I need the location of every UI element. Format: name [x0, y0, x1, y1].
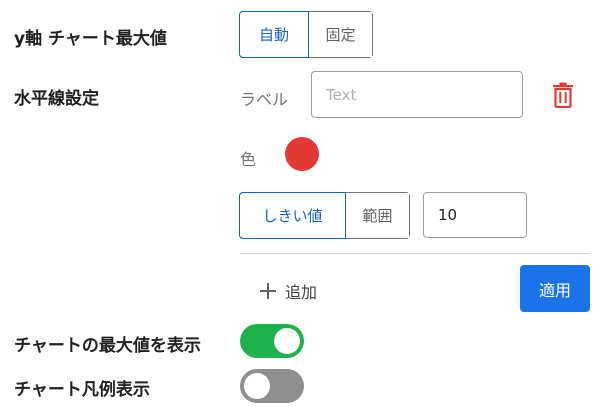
add-button[interactable]: 追加	[259, 279, 317, 303]
show-max-toggle[interactable]	[240, 324, 304, 358]
trash-icon[interactable]	[552, 82, 574, 108]
show-max-label: チャートの最大値を表示	[14, 336, 201, 356]
plus-icon	[260, 283, 276, 299]
hline-mode-range-button[interactable]: 範囲	[345, 193, 409, 238]
yaxis-mode-auto-button[interactable]: 自動	[239, 11, 309, 58]
hline-mode-threshold-button[interactable]: しきい値	[239, 192, 346, 239]
hline-threshold-input[interactable]	[423, 192, 527, 238]
divider	[240, 253, 590, 254]
apply-button[interactable]: 適用	[520, 265, 590, 312]
yaxis-max-label: y軸 チャート最大値	[14, 29, 167, 49]
hline-label-field-label: ラベル	[240, 90, 289, 109]
yaxis-mode-toggle: 自動 固定	[239, 11, 373, 58]
hline-label-input[interactable]	[311, 71, 523, 118]
settings-panel: y軸 チャート最大値 自動 固定 水平線設定 ラベル 色 しきい値 範囲 追加 …	[0, 0, 600, 420]
toggle-knob	[244, 373, 270, 399]
hline-settings-label: 水平線設定	[14, 89, 99, 109]
add-button-label: 追加	[285, 283, 318, 302]
toggle-knob	[274, 328, 300, 354]
hline-color-swatch[interactable]	[285, 137, 319, 171]
yaxis-mode-fixed-button[interactable]: 固定	[308, 12, 372, 57]
show-legend-label: チャート凡例表示	[14, 380, 150, 400]
hline-color-label: 色	[240, 150, 257, 169]
show-legend-toggle[interactable]	[240, 369, 304, 403]
hline-mode-toggle: しきい値 範囲	[239, 192, 410, 239]
